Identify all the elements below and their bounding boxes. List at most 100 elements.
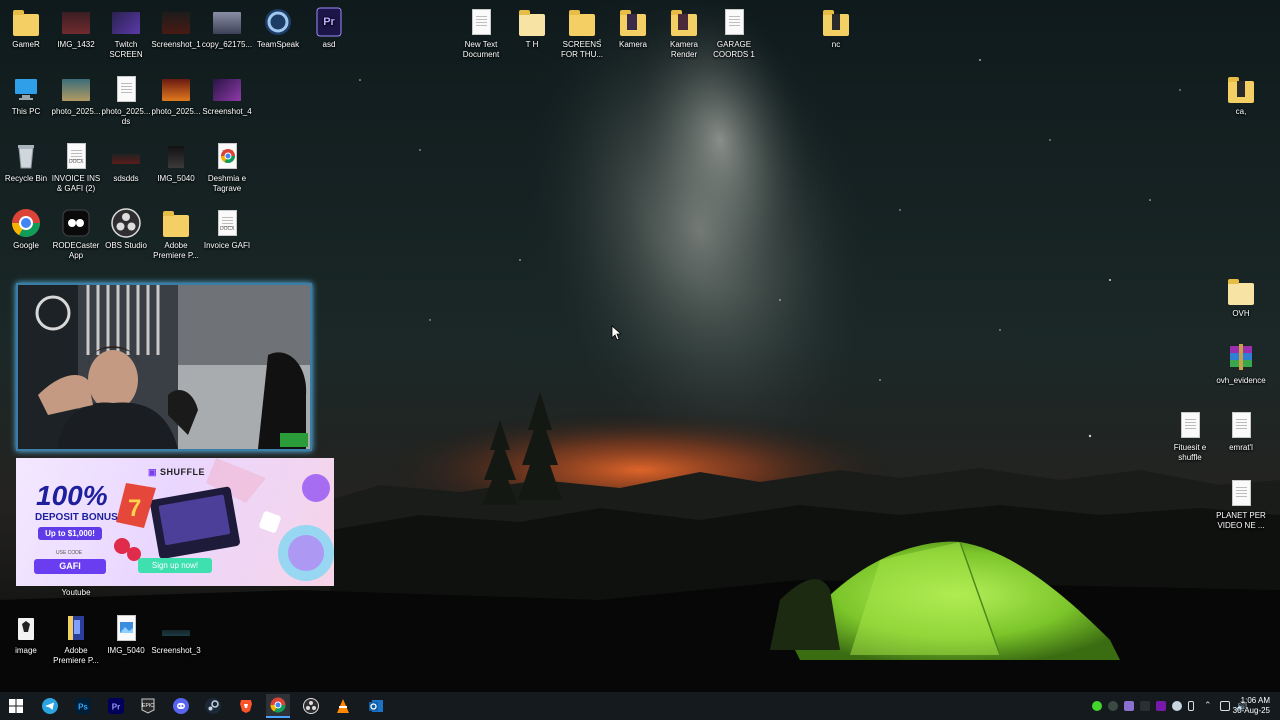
desktop-icon-kamera-render-folder[interactable]: Kamera Render xyxy=(658,6,710,59)
outlook-icon xyxy=(369,700,383,712)
desktop-icon-img-1432[interactable]: IMG_1432 xyxy=(50,6,102,50)
tray-app-icon[interactable] xyxy=(1108,701,1118,711)
desktop-icon-rodecaster-app[interactable]: RODECaster App xyxy=(50,207,102,260)
discord-icon xyxy=(173,698,189,714)
desktop-icon-screens-for-thumbnails[interactable]: SCREENS FOR THU... xyxy=(556,6,608,59)
image-file-icon xyxy=(10,612,42,644)
taskbar-epic-games[interactable]: EPIC xyxy=(136,694,160,718)
image-file-icon xyxy=(110,6,142,38)
taskbar-discord[interactable] xyxy=(169,694,193,718)
desktop-icon-emrat[interactable]: emrat'l xyxy=(1215,409,1267,453)
taskbar-steam[interactable] xyxy=(201,694,225,718)
desktop-icon-th-folder[interactable]: T H xyxy=(506,6,558,50)
desktop-icon-ca-folder[interactable]: ca, xyxy=(1215,73,1267,117)
obs-icon xyxy=(110,207,142,239)
promo-banner-shuffle[interactable]: 7 ▣ SHUFFLE 100% DEPOSIT BONUS Up to $1,… xyxy=(16,458,334,586)
desktop-icon-screenshot-3[interactable]: Screenshot_3 xyxy=(150,612,202,656)
webcam-feed-image xyxy=(18,285,310,449)
desktop-icon-ovh-folder[interactable]: OVH xyxy=(1215,275,1267,319)
desktop-icon-ovh-evidence[interactable]: ovh_evidence xyxy=(1215,342,1267,386)
desktop-icon-asd-premiere-project[interactable]: Pr asd xyxy=(303,6,355,50)
desktop-icon-new-text-document[interactable]: New Text Document xyxy=(455,6,507,59)
promo-amount-badge: Up to $1,000! xyxy=(38,527,102,540)
svg-text:7: 7 xyxy=(128,495,141,522)
photoshop-icon: Ps xyxy=(75,698,91,714)
desktop-icon-kamera-folder[interactable]: Kamera xyxy=(607,6,659,50)
tray-steam-icon[interactable] xyxy=(1172,701,1182,711)
desktop-icon-invoice-gafi[interactable]: DOCX Invoice GAFI xyxy=(201,207,253,251)
image-file-icon xyxy=(110,140,142,172)
desktop-icon-photo-2025-b[interactable]: photo_2025... xyxy=(150,73,202,117)
start-button[interactable] xyxy=(4,694,28,718)
image-file-icon xyxy=(160,6,192,38)
desktop-icon-invoice-ins-gafi-2[interactable]: DOCX INVOICE INS & GAFI (2) xyxy=(50,140,102,193)
desktop-icon-img-5040-a[interactable]: IMG_5040 xyxy=(150,140,202,184)
desktop-icon-screenshot-4[interactable]: Screenshot_4 xyxy=(201,73,253,117)
taskbar-outlook[interactable] xyxy=(364,694,388,718)
docx-file-icon: DOCX xyxy=(211,207,243,239)
mouse-cursor-icon xyxy=(611,325,621,341)
image-file-icon xyxy=(110,612,142,644)
tray-network-icon[interactable] xyxy=(1220,701,1230,711)
promo-subheadline: DEPOSIT BONUS xyxy=(35,512,118,523)
folder-icon xyxy=(516,6,548,38)
premiere-icon: Pr xyxy=(108,698,124,714)
desktop-icon-sdsdds[interactable]: sdsdds xyxy=(100,140,152,184)
teamspeak-icon xyxy=(262,6,294,38)
tray-onenote-icon[interactable] xyxy=(1156,701,1166,711)
taskbar-brave[interactable] xyxy=(234,694,258,718)
taskbar-vlc[interactable] xyxy=(331,694,355,718)
desktop-icon-nc-folder[interactable]: nc xyxy=(810,6,862,50)
desktop-icon-recycle-bin[interactable]: Recycle Bin xyxy=(0,140,52,184)
tray-chevron-up-icon[interactable]: ⌃ xyxy=(1204,700,1214,710)
desktop-icon-deshmia-e-tagrave[interactable]: Deshmia e Tagrave xyxy=(201,140,253,193)
steam-icon xyxy=(205,698,221,714)
desktop-icon-copy-62175[interactable]: copy_62175... xyxy=(201,6,253,50)
zip-archive-icon xyxy=(60,612,92,644)
text-file-icon xyxy=(718,6,750,38)
desktop-icon-fituesit-e-shuffle[interactable]: Fituesit e shuffle xyxy=(1164,409,1216,462)
desktop-icon-img-5040-b[interactable]: IMG_5040 xyxy=(100,612,152,656)
desktop-icon-gamer-folder[interactable]: GameR xyxy=(0,6,52,50)
taskbar-photoshop[interactable]: Ps xyxy=(71,694,95,718)
clock-time: 1:06 AM xyxy=(1240,696,1270,705)
taskbar-telegram[interactable] xyxy=(38,694,62,718)
brave-icon xyxy=(240,700,252,713)
clock-date: 30-Aug-25 xyxy=(1232,706,1270,715)
tray-razer-icon[interactable] xyxy=(1092,701,1102,711)
desktop-icon-adobe-premiere-folder[interactable]: Adobe Premiere P... xyxy=(150,207,202,260)
desktop-icon-adobe-premiere-shortcut[interactable]: Adobe Premiere P... xyxy=(50,612,102,665)
promo-signup-button[interactable]: Sign up now! xyxy=(138,558,212,573)
video-file-icon xyxy=(211,6,243,38)
taskbar-obs[interactable] xyxy=(299,694,323,718)
taskbar-premiere[interactable]: Pr xyxy=(104,694,128,718)
recycle-bin-icon xyxy=(10,140,42,172)
tray-teamspeak-icon[interactable] xyxy=(1140,701,1150,711)
promo-code: GAFI xyxy=(34,559,106,574)
desktop-icon-planet-per-video[interactable]: PLANET PER VIDEO NE ... xyxy=(1215,477,1267,530)
desktop-icon-screenshot-1[interactable]: Screenshot_1 xyxy=(150,6,202,50)
rar-archive-icon xyxy=(1225,342,1257,374)
desktop-icon-image-skyzone[interactable]: image xyxy=(0,612,52,656)
telegram-icon xyxy=(42,698,58,714)
desktop-icon-teamspeak[interactable]: TeamSpeak xyxy=(252,6,304,50)
desktop-icon-obs-studio[interactable]: OBS Studio xyxy=(100,207,152,251)
desktop-icon-photo-2025-a[interactable]: photo_2025... xyxy=(50,73,102,117)
chrome-html-file-icon xyxy=(211,140,243,172)
folder-icon xyxy=(617,6,649,38)
desktop-icon-photo-2025-ds[interactable]: photo_2025... ds xyxy=(100,73,152,126)
svg-text:Ps: Ps xyxy=(78,703,88,712)
tray-stylus-icon[interactable] xyxy=(1124,701,1134,711)
desktop-icon-twitch-screen[interactable]: Twitch SCREEN xyxy=(100,6,152,59)
taskbar-chrome[interactable] xyxy=(266,694,290,718)
folder-icon xyxy=(820,6,852,38)
vlc-icon xyxy=(337,699,349,713)
desktop-icon-google-chrome[interactable]: Google xyxy=(0,207,52,251)
document-icon xyxy=(110,73,142,105)
taskbar-clock[interactable]: 1:06 AM 30-Aug-25 xyxy=(1233,696,1270,716)
desktop-icon-garage-coords-1[interactable]: GARAGE COORDS 1 xyxy=(708,6,760,59)
tray-battery-icon[interactable] xyxy=(1188,701,1194,711)
image-file-icon xyxy=(60,6,92,38)
desktop-icon-this-pc[interactable]: This PC xyxy=(0,73,52,117)
desktop-icon-youtube[interactable]: Youtube xyxy=(50,588,102,600)
